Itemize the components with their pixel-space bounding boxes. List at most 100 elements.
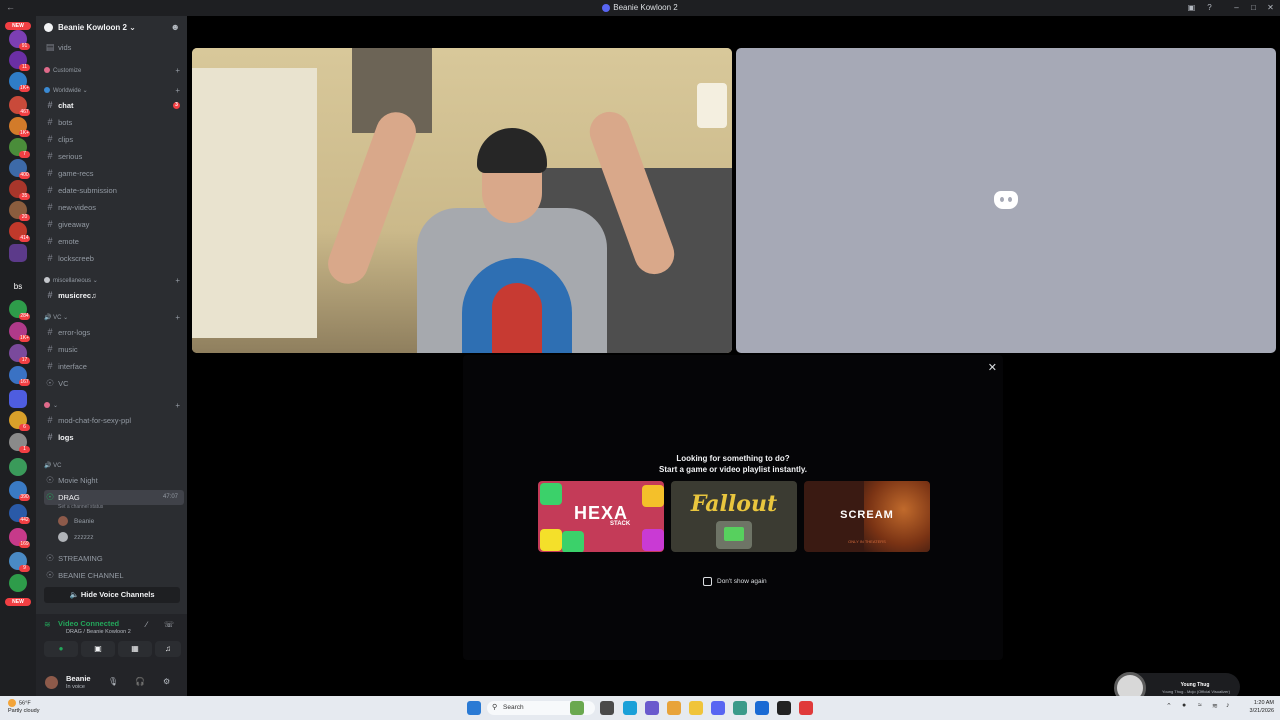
server-icon-19[interactable] (9, 458, 27, 476)
server-bs[interactable]: bs (9, 278, 27, 296)
volume-icon[interactable]: ♪ (1226, 702, 1230, 709)
server-icon-21[interactable]: 442 (9, 504, 30, 524)
channel-beanie-channel[interactable]: ☉ BEANIE CHANNEL (44, 568, 184, 583)
maximize-icon[interactable]: □ (1249, 3, 1258, 12)
app-icon-2[interactable] (755, 701, 769, 715)
chrome-icon[interactable] (667, 701, 681, 715)
server-icon-15[interactable]: 167 (9, 366, 30, 386)
tray-chevron-icon[interactable]: ⌃ (1166, 702, 1172, 710)
server-icon-9[interactable]: 20 (9, 201, 30, 221)
channel-vc[interactable]: ☉ VC (44, 376, 184, 391)
channel-bots[interactable]: # bots (44, 115, 184, 130)
add-channel-icon[interactable]: + (175, 312, 180, 324)
channel-musicrec[interactable]: # musicrec♫ (44, 288, 184, 303)
add-channel-icon[interactable]: + (175, 275, 180, 287)
category-vc-2[interactable]: 🔊 VC (44, 460, 184, 472)
server-header[interactable]: Beanie Kowloon 2 ⌄ ☻ (36, 16, 187, 40)
channel-vids[interactable]: ▤ vids (44, 40, 184, 55)
channel-music[interactable]: # music (44, 342, 184, 357)
channel-edate-submission[interactable]: # edate-submission (44, 183, 184, 198)
file-explorer-icon[interactable] (689, 701, 703, 715)
server-icon-5[interactable]: 1K+ (9, 117, 30, 137)
minimize-icon[interactable]: – (1232, 3, 1241, 12)
checkbox[interactable] (703, 577, 712, 586)
help-icon[interactable]: ? (1205, 3, 1214, 12)
server-icon-12[interactable]: 284 (9, 300, 30, 320)
deafen-icon[interactable]: 🎧 (135, 677, 145, 686)
server-icon-1[interactable]: 91 (9, 30, 30, 50)
category-private[interactable]: ⌄ + (44, 400, 184, 412)
server-icon-16[interactable] (9, 390, 27, 408)
channel-new-videos[interactable]: # new-videos (44, 200, 184, 215)
noise-suppression-icon[interactable]: ∕ (146, 620, 147, 629)
hide-voice-channels-button[interactable]: 🔈 Hide Voice Channels (44, 587, 180, 603)
screen-share-button[interactable]: ▣ (81, 641, 115, 657)
activity-card-fallout[interactable]: Fallout (671, 481, 797, 552)
server-icon-18[interactable]: 1 (9, 433, 30, 453)
camera-button[interactable]: ● (44, 641, 78, 657)
category-miscellaneous[interactable]: miscellaneous ⌄ + (44, 275, 184, 287)
channel-streaming[interactable]: ☉ STREAMING (44, 551, 184, 566)
channel-movie-night[interactable]: ☉ Movie Night (44, 473, 184, 488)
edge-icon[interactable] (623, 701, 637, 715)
server-icon-11[interactable] (9, 244, 27, 262)
app-icon-4[interactable] (799, 701, 813, 715)
channel-emote[interactable]: # emote (44, 234, 184, 249)
server-icon-17[interactable]: 6 (9, 411, 30, 431)
server-icon-20[interactable]: 390 (9, 481, 30, 501)
server-icon-23[interactable]: 9 (9, 552, 30, 572)
activity-card-scream[interactable]: SCREAM ONLY IN THEATERS (804, 481, 930, 552)
dont-show-again[interactable]: Don't show again (703, 577, 767, 586)
network-icon[interactable]: ≈ (1198, 702, 1202, 709)
add-channel-icon[interactable]: + (175, 85, 180, 97)
wifi-icon[interactable]: ≋ (1212, 702, 1218, 710)
channel-error-logs[interactable]: # error-logs (44, 325, 184, 340)
category-vc[interactable]: 🔊 VC ⌄ + (44, 312, 184, 324)
voice-user-zz[interactable]: zzzzzz (58, 531, 94, 545)
server-icon-24[interactable] (9, 574, 27, 592)
weather-widget[interactable]: 56°F Partly cloudy (8, 699, 40, 715)
widget-icon[interactable] (570, 701, 584, 715)
channel-logs[interactable]: # logs (44, 430, 184, 445)
server-icon-4[interactable]: 467 (9, 96, 30, 116)
disconnect-icon[interactable]: ☏ (164, 620, 174, 629)
voice-location[interactable]: DRAG / Beanie Kowloon 2 (66, 629, 131, 635)
server-icon-10[interactable]: 414 (9, 222, 30, 242)
server-icon-22[interactable]: 169 (9, 528, 30, 548)
server-icon-2[interactable]: 11 (9, 51, 30, 71)
server-icon-3[interactable]: 1K+ (9, 72, 30, 92)
channel-status-hint[interactable]: Set a channel status (58, 504, 103, 510)
channel-game-recs[interactable]: # game-recs (44, 166, 184, 181)
discord-icon[interactable] (711, 701, 725, 715)
mute-icon[interactable]: 🎙 (108, 677, 118, 686)
start-icon[interactable] (467, 701, 481, 715)
close-window-icon[interactable]: ✕ (1266, 3, 1275, 12)
category-customize[interactable]: Customize + (44, 65, 184, 77)
channel-chat[interactable]: # chat 3 (44, 98, 184, 113)
user-avatar[interactable] (45, 676, 58, 689)
add-channel-icon[interactable]: + (175, 65, 180, 77)
invite-icon[interactable]: ☻ (171, 22, 180, 32)
server-icon-14[interactable]: 17 (9, 344, 30, 364)
server-icon-7[interactable]: 400 (9, 159, 30, 179)
clock[interactable]: 1:20 AM 3/21/2026 (1240, 699, 1274, 715)
server-icon-8[interactable]: 35 (9, 180, 30, 200)
server-icon-6[interactable]: 7 (9, 138, 30, 158)
task-view-icon[interactable] (600, 701, 614, 715)
channel-mod-chat[interactable]: # mod-chat-for-sexy-ppl (44, 413, 184, 428)
activity-card-hexa-stack[interactable]: HEXA STACK (538, 481, 664, 552)
add-channel-icon[interactable]: + (175, 400, 180, 412)
inbox-icon[interactable]: ▣ (1187, 3, 1196, 12)
server-icon-13[interactable]: 1K+ (9, 322, 30, 342)
channel-clips[interactable]: # clips (44, 132, 184, 147)
channel-giveaway[interactable]: # giveaway (44, 217, 184, 232)
activities-button[interactable]: ▦ (118, 641, 152, 657)
gear-icon[interactable]: ⚙ (163, 677, 170, 686)
channel-drag[interactable]: ☉ DRAG 47:07 (44, 490, 184, 505)
soundboard-button[interactable]: ♫ (155, 641, 181, 657)
teams-icon[interactable] (645, 701, 659, 715)
server-name[interactable]: Beanie Kowloon 2 ⌄ (58, 23, 136, 32)
channel-interface[interactable]: # interface (44, 359, 184, 374)
category-worldwide[interactable]: Worldwide ⌄ + (44, 85, 184, 97)
voice-user-beanie[interactable]: Beanie (58, 515, 94, 529)
